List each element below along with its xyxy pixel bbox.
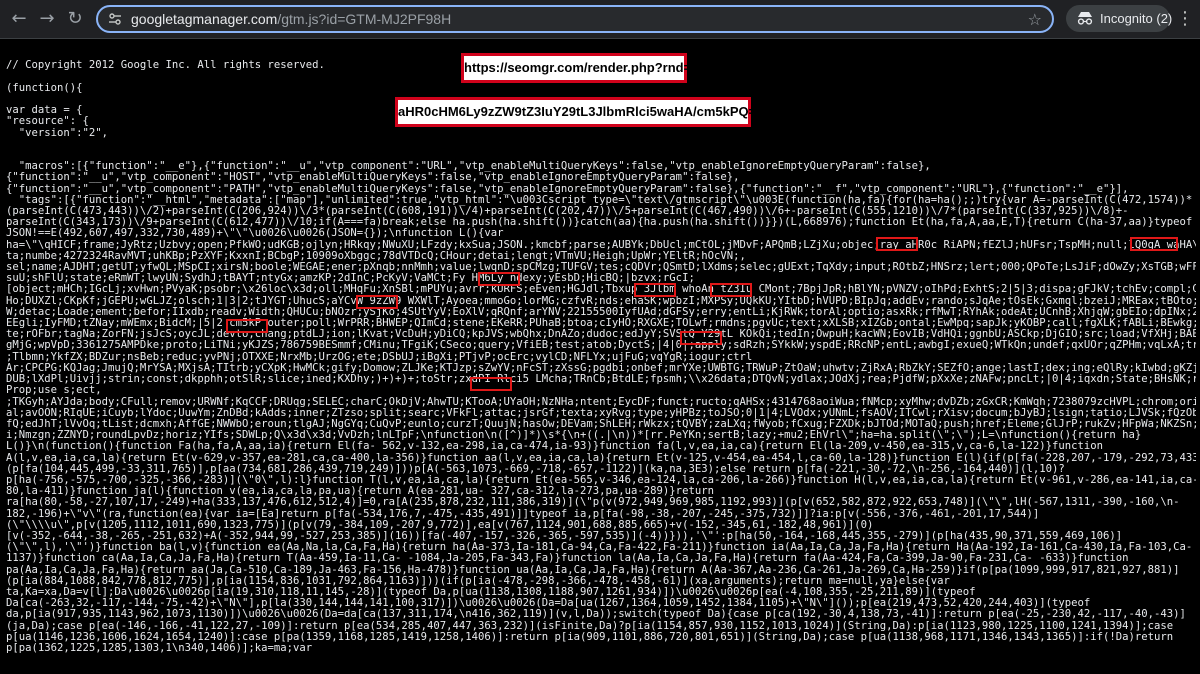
highlight-fragment bbox=[710, 283, 752, 297]
code-line: [object;mHCh;IGcLj;xvHwn;PVyaK;psobr;\x2… bbox=[6, 283, 1196, 296]
incognito-badge[interactable]: Incognito (2) bbox=[1066, 5, 1173, 32]
highlight-fragment bbox=[1130, 237, 1178, 251]
code-line: DUB;lXdPl;Uivjj;strin;const;dkpphh;otSlR… bbox=[6, 373, 1196, 386]
code-line: (function(){ bbox=[6, 81, 83, 94]
code-line: JSON!==E(492,607,497,332,730,489)+\"\"\u… bbox=[6, 227, 504, 240]
arrow-left-icon[interactable]: ← bbox=[8, 8, 30, 30]
address-bar[interactable]: googletagmanager.com/gtm.js?id=GTM-MJ2PF… bbox=[96, 5, 1054, 33]
highlight-fragment bbox=[634, 283, 676, 297]
code-line: da,p[ia(917,935,1143,962,1073,1130)])\u0… bbox=[6, 608, 1186, 621]
highlight-fragment bbox=[680, 331, 722, 345]
more-menu-icon[interactable]: ⋮ bbox=[1176, 8, 1194, 30]
highlight-fragment bbox=[226, 319, 268, 333]
highlight-fragment bbox=[876, 237, 918, 251]
code-line: gMjG;wpVpD;3361275AMPDke;proto;LiTNi;yKJ… bbox=[6, 339, 1196, 352]
url-host: googletagmanager.com bbox=[131, 11, 278, 27]
page-content: // Copyright 2012 Google Inc. All rights… bbox=[0, 38, 1200, 674]
source-code: // Copyright 2012 Google Inc. All rights… bbox=[6, 38, 1196, 654]
incognito-label: Incognito (2) bbox=[1100, 11, 1173, 26]
reload-icon[interactable]: ↻ bbox=[64, 8, 86, 30]
highlight-fragment bbox=[470, 377, 512, 391]
incognito-icon bbox=[1077, 12, 1093, 25]
highlight-fragment bbox=[478, 272, 520, 286]
arrow-right-icon[interactable]: → bbox=[36, 8, 58, 30]
decoded-url-annotation: https://seomgr.com/render.php?rnd= bbox=[461, 53, 691, 83]
url-text[interactable]: googletagmanager.com/gtm.js?id=GTM-MJ2PF… bbox=[131, 11, 451, 27]
url-path: /gtm.js?id=GTM-MJ2PF98H bbox=[277, 11, 452, 27]
browser-toolbar: ← → ↻ googletagmanager.com/gtm.js?id=GTM… bbox=[0, 0, 1200, 39]
code-line: {"function":"__u","vtp_component":"HOST"… bbox=[6, 171, 740, 184]
code-line: 1137)}function ca(Aa,Ia,Ca,Ja,Fa,Ha){ret… bbox=[6, 552, 1129, 565]
bookmark-star-icon[interactable]: ☆ bbox=[1028, 10, 1042, 29]
code-line: "version":"2", bbox=[6, 126, 109, 139]
highlight-fragment bbox=[356, 295, 398, 309]
site-info-icon[interactable] bbox=[108, 12, 122, 26]
code-line: Prop;use s;ect, bbox=[6, 384, 102, 397]
base64-annotation: aHR0cHM6Ly9zZW9tZ3IuY29tL3JlbmRlci5waHA/… bbox=[395, 97, 764, 127]
code-line: p[pa(1362,1225,1285,1303,1\n340,1406)];k… bbox=[6, 641, 313, 654]
code-line: ra[ha(80,-58,-27,107,17,-249)+ha(333,137… bbox=[6, 496, 1180, 509]
code-line: L()}\n(function(){function Fa(ha,fa,A,aa… bbox=[6, 440, 1104, 453]
